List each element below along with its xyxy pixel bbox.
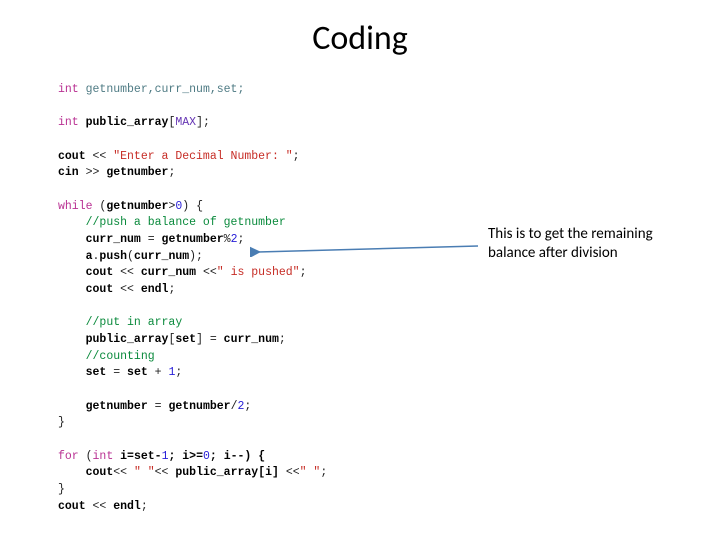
id-getnumber: getnumber <box>86 400 148 413</box>
kw-while: while <box>58 200 93 213</box>
str-space: " " <box>300 466 321 479</box>
op-assign: = <box>106 366 127 379</box>
slide-title: Coding <box>0 18 720 59</box>
op-mod: % <box>224 233 231 246</box>
paren-open: ( <box>79 450 93 463</box>
op-stream-out: << <box>86 150 114 163</box>
kw-int: int <box>58 116 79 129</box>
id-set: set <box>86 366 107 379</box>
bracket-i: [i] <box>258 466 286 479</box>
id-public-array-i: public_array <box>175 466 258 479</box>
id-curr-num: curr_num <box>134 250 189 263</box>
annotation-line1: This is to get the remaining <box>488 225 653 243</box>
op-assign: = <box>141 233 162 246</box>
vars-decl: getnumber,curr_num,set; <box>79 83 245 96</box>
id-endl: endl <box>113 500 141 513</box>
op-stream-out: << <box>86 500 114 513</box>
annotation-text: This is to get the remaining balance aft… <box>488 225 708 263</box>
bracket-close-assign: ] = <box>196 333 224 346</box>
semicolon: ; <box>320 466 327 479</box>
semicolon: ; <box>300 266 307 279</box>
bracket-close: ]; <box>196 116 210 129</box>
id-curr-num: curr_num <box>141 266 196 279</box>
id-getnumber: getnumber <box>106 200 168 213</box>
id-getnumber: getnumber <box>162 233 224 246</box>
semicolon: ; <box>168 166 175 179</box>
id-endl: endl <box>141 283 169 296</box>
semicolon: ; <box>141 500 148 513</box>
op-stream-in: >> <box>79 166 107 179</box>
id-cout: cout <box>86 466 114 479</box>
id-a: a <box>86 250 93 263</box>
paren-open: ( <box>93 200 107 213</box>
op-stream-out: << <box>113 266 141 279</box>
num-zero: 0 <box>203 450 210 463</box>
for-cond: ; i>= <box>168 450 203 463</box>
op-plus: + <box>148 366 169 379</box>
id-set: set <box>127 366 148 379</box>
semicolon: ; <box>279 333 286 346</box>
id-public-array: public_array <box>86 333 169 346</box>
kw-int: int <box>93 450 114 463</box>
brace-close: } <box>58 416 65 429</box>
annotation-line2: balance after division <box>488 244 618 262</box>
str-is-pushed: " is pushed" <box>217 266 300 279</box>
id-curr-num: curr_num <box>224 333 279 346</box>
brace-close: } <box>58 483 65 496</box>
id-cout: cout <box>86 266 114 279</box>
str-prompt: "Enter a Decimal Number: " <box>113 150 292 163</box>
semicolon: ; <box>175 366 182 379</box>
id-getnumber: getnumber <box>168 400 230 413</box>
op-stream-out: << <box>196 266 217 279</box>
id-getnumber: getnumber <box>106 166 168 179</box>
id-cout: cout <box>58 500 86 513</box>
for-init: i=set- <box>113 450 161 463</box>
comment-push-balance: //push a balance of getnumber <box>86 216 286 229</box>
paren-close: ); <box>189 250 203 263</box>
id-cout: cout <box>58 150 86 163</box>
semicolon: ; <box>237 233 244 246</box>
op-stream-out: << <box>286 466 300 479</box>
for-step: ; i--) { <box>210 450 265 463</box>
id-curr-num: curr_num <box>86 233 141 246</box>
comment-put-in-array: //put in array <box>86 316 183 329</box>
kw-int: int <box>58 83 79 96</box>
paren-close-brace: ) { <box>182 200 203 213</box>
id-set: set <box>175 333 196 346</box>
code-listing: int getnumber,curr_num,set; int public_a… <box>58 82 327 515</box>
id-public-array: public_array <box>79 116 169 129</box>
id-cin: cin <box>58 166 79 179</box>
op-stream-out: << <box>113 466 134 479</box>
id-cout: cout <box>86 283 114 296</box>
str-space: " " <box>134 466 155 479</box>
op-stream-out: << <box>113 283 141 296</box>
op-assign: = <box>148 400 169 413</box>
comment-counting: //counting <box>86 350 155 363</box>
paren-open: ( <box>127 250 134 263</box>
fn-push: push <box>99 250 127 263</box>
kw-for: for <box>58 450 79 463</box>
semicolon: ; <box>244 400 251 413</box>
semicolon: ; <box>168 283 175 296</box>
const-max: MAX <box>175 116 196 129</box>
semicolon: ; <box>293 150 300 163</box>
op-stream-out: << <box>155 466 176 479</box>
